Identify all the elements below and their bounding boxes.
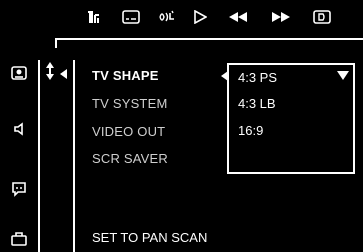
left-arrow-icon — [60, 69, 67, 79]
down-arrow-icon — [46, 74, 54, 80]
option-4-3-ps[interactable]: 4:3 PS — [238, 70, 277, 85]
preferences-icon[interactable] — [10, 230, 28, 248]
rewind-icon[interactable] — [228, 7, 248, 27]
sidebar — [0, 60, 38, 252]
play-icon[interactable] — [192, 7, 208, 27]
fast-forward-icon[interactable] — [271, 7, 291, 27]
toolbar-bracket — [55, 38, 363, 48]
audio-settings-icon[interactable] — [86, 7, 102, 27]
menu-item-tv-system[interactable]: TV SYSTEM — [92, 96, 167, 111]
up-arrow-icon — [46, 62, 54, 68]
audio-icon[interactable] — [158, 7, 178, 27]
sidebar-divider — [38, 60, 40, 252]
option-16-9[interactable]: 16:9 — [238, 123, 263, 138]
display-icon[interactable] — [313, 7, 331, 27]
navigation-arrows — [41, 60, 71, 90]
main-divider — [73, 60, 75, 252]
status-text: SET TO PAN SCAN — [92, 230, 208, 245]
subtitle-icon[interactable] — [122, 7, 140, 27]
menu-item-video-out[interactable]: VIDEO OUT — [92, 124, 165, 139]
top-toolbar — [0, 0, 363, 38]
options-dropdown[interactable]: 4:3 PS 4:3 LB 16:9 — [227, 63, 355, 174]
menu-item-tv-shape[interactable]: TV SHAPE — [92, 68, 159, 83]
option-4-3-lb[interactable]: 4:3 LB — [238, 96, 276, 111]
menu-item-scr-saver[interactable]: SCR SAVER — [92, 151, 168, 166]
dropdown-caret-icon[interactable] — [337, 71, 349, 80]
subtitle-setup-icon[interactable] — [10, 180, 28, 198]
video-setup-icon[interactable] — [10, 64, 28, 82]
audio-setup-icon[interactable] — [10, 120, 28, 138]
